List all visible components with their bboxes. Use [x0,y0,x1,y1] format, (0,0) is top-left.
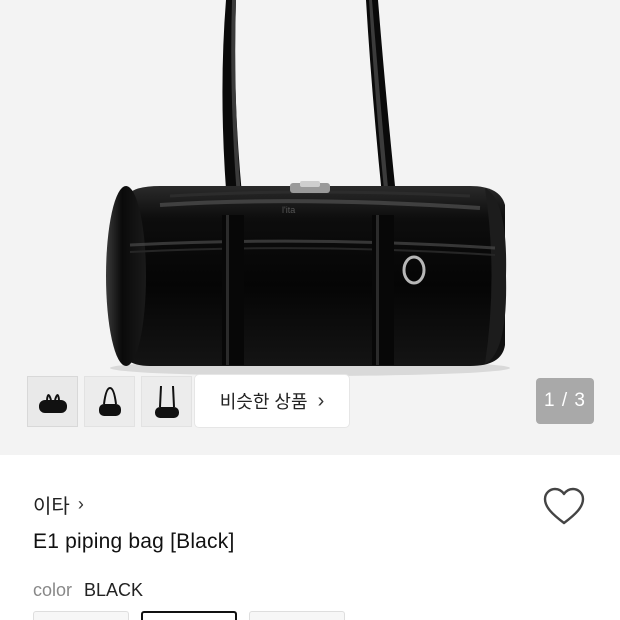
brand-name: 이타 [33,496,70,518]
svg-text:l'ita: l'ita [282,205,295,215]
bag-thumbnail-icon [154,385,179,418]
thumbnail-3[interactable] [141,376,192,427]
bag-thumbnail-icon [38,393,67,413]
product-title: E1 piping bag [Black] [33,530,235,553]
color-option: color BLACK [33,580,143,601]
color-swatch-selected[interactable] [141,611,237,620]
bag-thumbnail-icon [98,386,121,416]
similar-products-label: 비슷한 상품 [219,392,308,412]
color-swatches [33,611,345,620]
thumbnail-2[interactable] [84,376,135,427]
product-image-gallery[interactable]: l'ita 비슷한 상품 › 1 / 3 [0,0,620,455]
thumbnail-strip [27,376,192,427]
thumbnail-1[interactable] [27,376,78,427]
chevron-right-icon: › [317,390,325,412]
image-page-indicator: 1 / 3 [536,378,594,424]
option-label: color [33,580,73,600]
color-swatch[interactable] [33,611,129,620]
similar-products-button[interactable]: 비슷한 상품 › [195,375,349,427]
chevron-right-icon: › [77,494,84,514]
heart-icon[interactable] [542,487,586,527]
brand-link[interactable]: 이타 › [33,490,84,519]
option-value: BLACK [84,580,144,600]
color-swatch[interactable] [249,611,345,620]
